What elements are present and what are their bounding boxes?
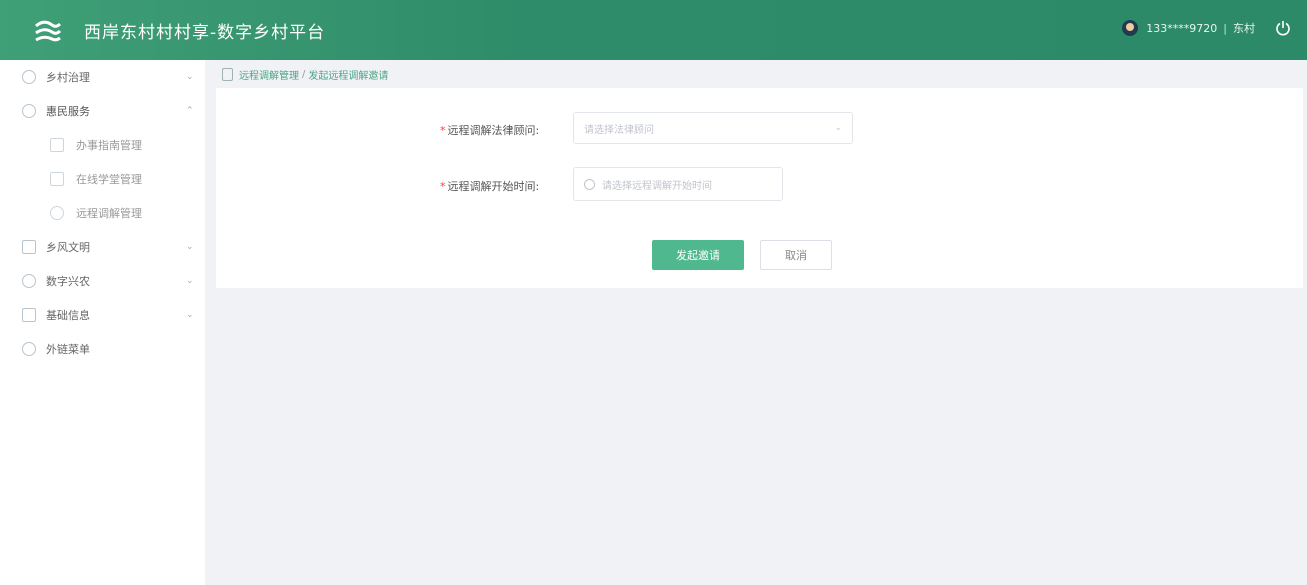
breadcrumb: 远程调解管理 / 发起远程调解邀请	[222, 67, 388, 82]
power-icon[interactable]	[1275, 20, 1291, 36]
mediation-icon	[50, 206, 64, 220]
link-icon	[22, 342, 36, 356]
chevron-down-icon: ⌄	[834, 123, 842, 133]
app-title: 西岸东村村村享-数字乡村平台	[84, 23, 326, 43]
sidebar-subitem-label: 远程调解管理	[76, 207, 142, 220]
user-village[interactable]: 东村	[1233, 20, 1255, 36]
sidebar-item-service[interactable]: 惠民服务 ⌃	[0, 94, 205, 128]
chevron-down-icon: ⌄	[186, 72, 194, 82]
avatar[interactable]	[1122, 20, 1139, 36]
chevron-down-icon: ⌄	[186, 276, 194, 286]
sidebar-subitem-classroom[interactable]: 在线学堂管理	[0, 162, 205, 196]
breadcrumb-parent[interactable]: 远程调解管理	[239, 67, 299, 82]
info-icon	[22, 308, 36, 322]
sidebar-item-label: 数字兴农	[46, 275, 90, 288]
lawyer-select[interactable]: 请选择法律顾问 ⌄	[573, 112, 853, 144]
top-header: 西岸东村村村享-数字乡村平台 133****9720 | 东村	[0, 0, 1307, 60]
lawyer-label-text: 远程调解法律顾问:	[447, 124, 540, 137]
sidebar-item-governance[interactable]: 乡村治理 ⌄	[0, 60, 205, 94]
app-logo-icon	[35, 20, 62, 42]
chevron-up-icon: ⌃	[186, 106, 194, 116]
sidebar-subitem-label: 在线学堂管理	[76, 173, 142, 186]
sidebar-subitem-label: 办事指南管理	[76, 139, 142, 152]
sidebar-item-label: 惠民服务	[46, 105, 90, 118]
lawyer-placeholder: 请选择法律顾问	[584, 124, 654, 136]
chevron-down-icon: ⌄	[186, 242, 194, 252]
sidebar-item-agriculture[interactable]: 数字兴农 ⌄	[0, 264, 205, 298]
sidebar-subitem-guide[interactable]: 办事指南管理	[0, 128, 205, 162]
sidebar-item-label: 外链菜单	[46, 343, 90, 356]
guide-icon	[50, 138, 64, 152]
classroom-icon	[50, 172, 64, 186]
breadcrumb-separator: /	[302, 69, 306, 80]
civilization-icon	[22, 240, 36, 254]
start-time-picker[interactable]: 请选择远程调解开始时间	[573, 167, 783, 201]
sidebar-item-info[interactable]: 基础信息 ⌄	[0, 298, 205, 332]
sidebar-item-label: 基础信息	[46, 309, 90, 322]
sidebar: 乡村治理 ⌄ 惠民服务 ⌃ 办事指南管理 在线学堂管理 远程调解管理 乡风文明 …	[0, 60, 205, 585]
required-mark: *	[440, 124, 446, 137]
chevron-down-icon: ⌄	[186, 310, 194, 320]
agriculture-icon	[22, 274, 36, 288]
time-placeholder: 请选择远程调解开始时间	[602, 180, 712, 192]
cancel-button[interactable]: 取消	[760, 240, 832, 270]
sidebar-item-label: 乡风文明	[46, 241, 90, 254]
sidebar-item-label: 乡村治理	[46, 71, 90, 84]
clock-icon	[584, 178, 595, 190]
time-label-text: 远程调解开始时间:	[447, 180, 540, 193]
breadcrumb-current: 发起远程调解邀请	[308, 71, 389, 82]
user-separator: |	[1223, 21, 1227, 35]
sidebar-item-links[interactable]: 外链菜单	[0, 332, 205, 366]
user-area: 133****9720 | 东村	[1122, 20, 1291, 36]
sidebar-subitem-mediation[interactable]: 远程调解管理	[0, 196, 205, 230]
governance-icon	[22, 70, 36, 84]
send-invite-button[interactable]: 发起邀请	[652, 240, 744, 270]
sidebar-item-civilization[interactable]: 乡风文明 ⌄	[0, 230, 205, 264]
service-icon	[22, 104, 36, 118]
lawyer-label: * 远程调解法律顾问:	[440, 122, 539, 138]
time-label: * 远程调解开始时间:	[440, 178, 539, 194]
required-mark: *	[440, 180, 446, 193]
user-phone[interactable]: 133****9720	[1146, 22, 1217, 35]
document-icon	[222, 68, 233, 81]
